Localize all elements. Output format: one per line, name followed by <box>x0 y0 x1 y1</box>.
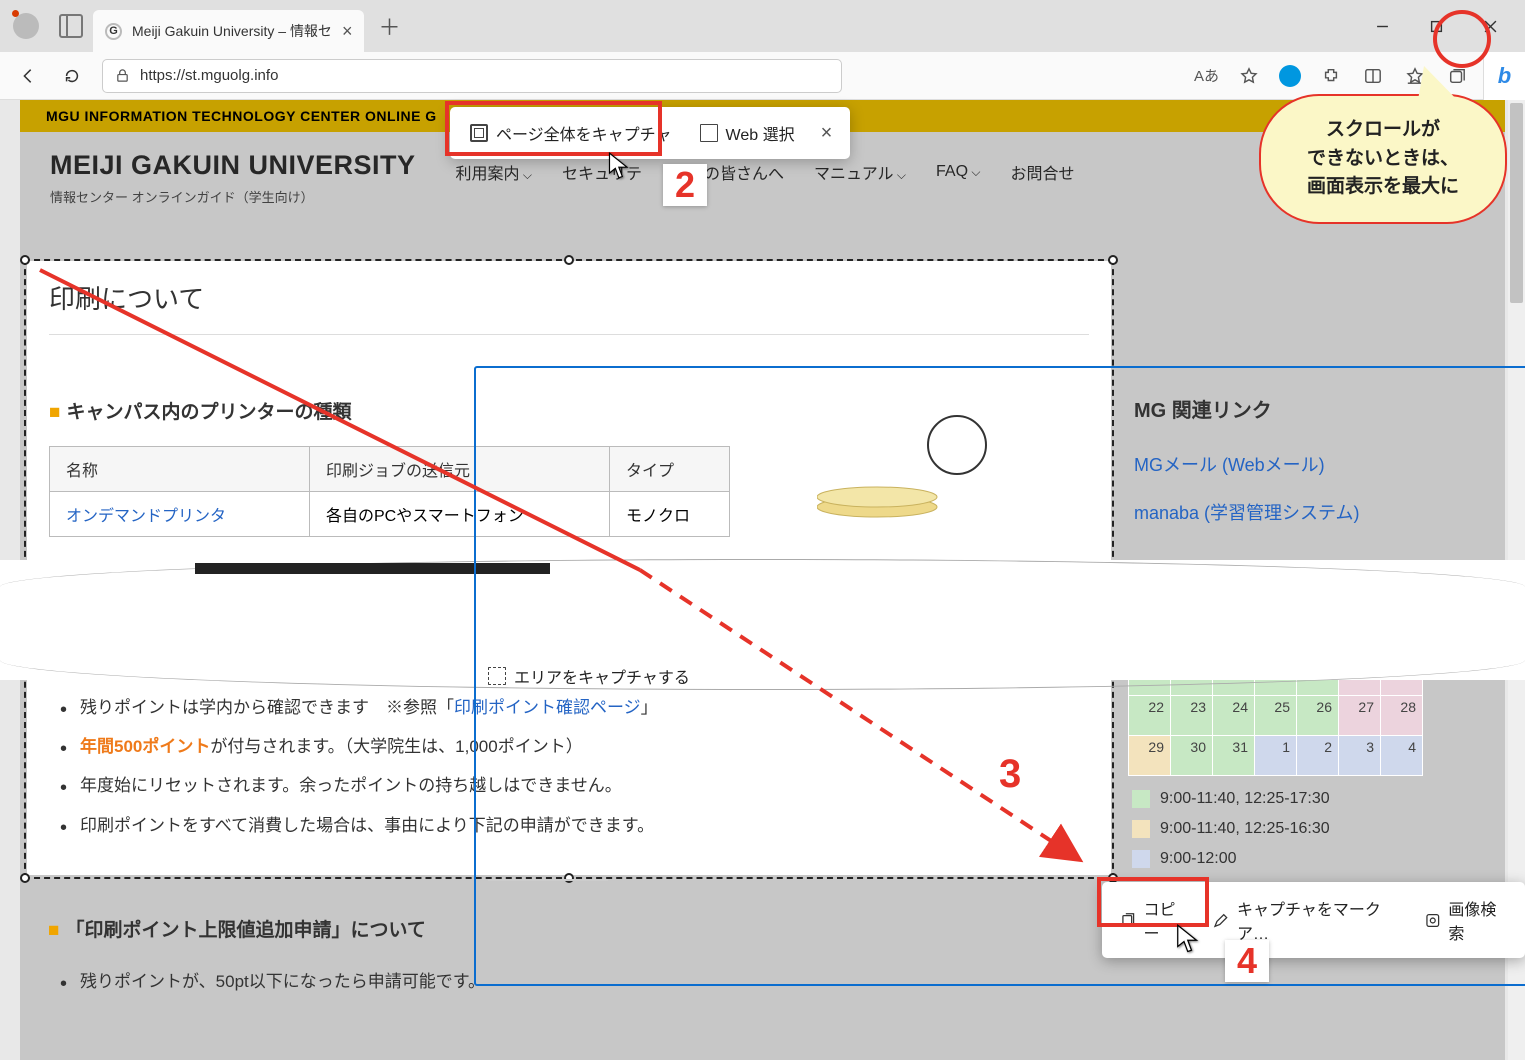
callout-bubble: スクロールが できないときは、 画面表示を最大に <box>1259 94 1507 224</box>
image-search-button[interactable]: 画像検索 <box>1415 890 1517 950</box>
maximize-button[interactable] <box>1410 9 1462 43</box>
pen-icon <box>1213 912 1229 929</box>
close-window-button[interactable] <box>1464 9 1516 43</box>
minimize-button[interactable] <box>1356 9 1408 43</box>
fullpage-icon <box>470 124 488 142</box>
favorite-icon[interactable] <box>1237 64 1261 88</box>
webselect-icon <box>700 124 718 142</box>
copy-toolbar: コピー キャプチャをマークア… 画像検索 <box>1102 882 1525 958</box>
handle-tm[interactable] <box>564 255 574 265</box>
refresh-button[interactable] <box>58 62 86 90</box>
area-icon <box>488 667 506 685</box>
url-text: https://st.mguolg.info <box>140 67 278 84</box>
close-tab-icon[interactable]: × <box>342 21 353 42</box>
step-badge-2: 2 <box>663 164 707 206</box>
step-badge-3: 3 <box>987 752 1033 797</box>
lens-icon <box>1425 912 1441 929</box>
browser-tab[interactable]: G Meiji Gakuin University – 情報セ × <box>93 10 364 52</box>
tablist-icon[interactable] <box>59 14 83 38</box>
extensions-icon[interactable] <box>1319 64 1343 88</box>
skype-icon[interactable] <box>1279 65 1301 87</box>
handle-bl[interactable] <box>20 873 30 883</box>
handle-tl[interactable] <box>20 255 30 265</box>
close-capture-icon[interactable]: × <box>811 122 843 145</box>
handle-tr[interactable] <box>1108 255 1118 265</box>
split-screen-icon[interactable] <box>1361 64 1385 88</box>
new-tab-button[interactable]: ＋ <box>378 10 400 42</box>
scrollbar-thumb[interactable] <box>1510 103 1523 303</box>
cursor-icon <box>1176 924 1202 959</box>
address-bar[interactable]: https://st.mguolg.info <box>102 59 842 93</box>
lock-icon <box>115 68 130 83</box>
cursor-icon <box>608 152 632 185</box>
web-select-button[interactable]: Web 選択 <box>688 113 807 153</box>
reader-mode-icon[interactable]: Aあ <box>1194 65 1219 86</box>
tab-title: Meiji Gakuin University – 情報セ <box>132 21 332 41</box>
favicon-icon: G <box>105 23 122 40</box>
step-badge-4: 4 <box>1225 940 1269 982</box>
capture-toolbar: エリアをキャプチャする ページ全体をキャプチャ Web 選択 × <box>450 107 850 159</box>
copy-icon <box>1120 912 1136 929</box>
back-button[interactable] <box>14 62 42 90</box>
bing-sidebar-button[interactable]: b <box>1483 52 1525 100</box>
profile-icon[interactable] <box>13 13 39 39</box>
capture-full-button[interactable]: ページ全体をキャプチャ <box>458 113 684 153</box>
